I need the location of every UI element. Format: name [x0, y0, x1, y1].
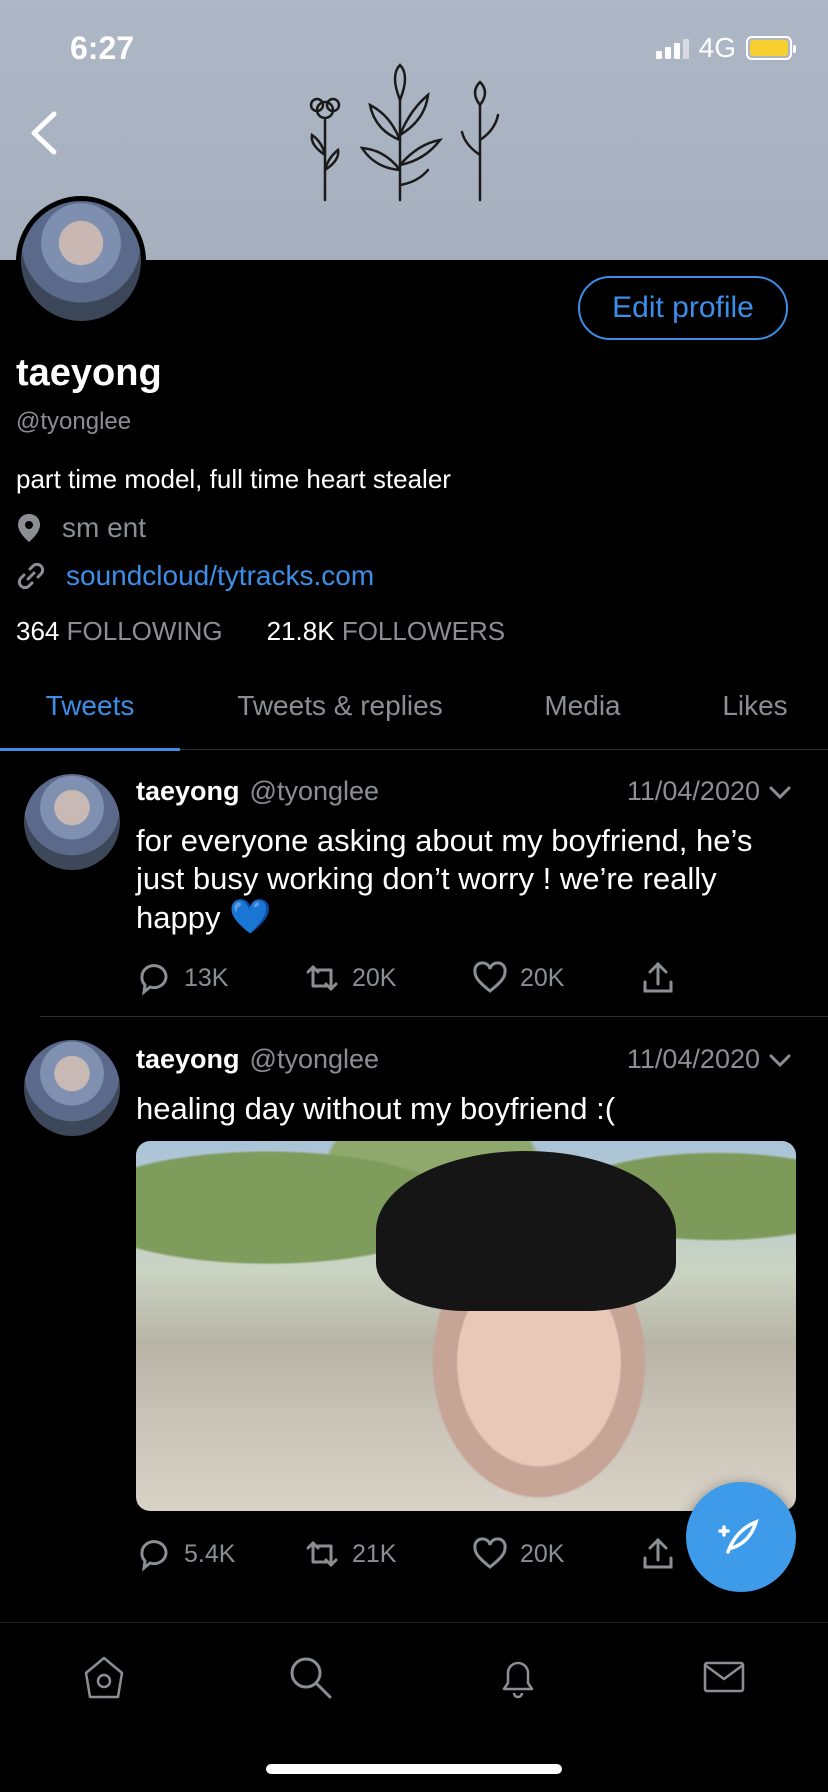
retweet-icon — [306, 965, 338, 991]
reply-icon — [140, 1540, 168, 1572]
tweet-date: 11/04/2020 — [626, 776, 760, 806]
like-icon — [473, 1537, 507, 1569]
tab-media[interactable]: Media — [520, 680, 645, 750]
notifications-icon[interactable] — [494, 1653, 542, 1701]
tab-tweets[interactable]: Tweets — [0, 680, 180, 751]
tab-tweets-replies[interactable]: Tweets & replies — [210, 680, 470, 750]
like-button[interactable]: 20K — [472, 960, 640, 996]
tweet-photo[interactable] — [136, 1141, 796, 1511]
like-button[interactable]: 20K — [472, 1536, 640, 1572]
status-indicators: 4G — [655, 32, 796, 64]
following-stat[interactable]: 364 FOLLOWING — [16, 616, 223, 647]
like-count: 20K — [520, 963, 565, 992]
home-indicator — [266, 1764, 562, 1774]
tweet-author-name: taeyong — [136, 1044, 240, 1074]
tweet-date: 11/04/2020 — [626, 1044, 760, 1074]
reply-count: 13K — [184, 963, 229, 992]
compose-icon — [718, 1519, 759, 1554]
profile-website[interactable]: soundcloud/tytracks.com — [16, 560, 374, 592]
tweet-author-handle: @tyonglee — [249, 1044, 380, 1074]
back-icon[interactable] — [24, 108, 64, 158]
followers-label: FOLLOWERS — [341, 616, 506, 646]
reply-button[interactable]: 5.4K — [136, 1536, 304, 1572]
profile-name: taeyong — [16, 352, 162, 394]
tweet-avatar[interactable] — [24, 774, 120, 870]
reply-icon — [140, 964, 168, 996]
profile-tabs: Tweets Tweets & replies Media Likes — [0, 680, 828, 751]
tab-likes[interactable]: Likes — [700, 680, 810, 750]
website-link[interactable]: soundcloud/tytracks.com — [66, 560, 374, 592]
location-text: sm ent — [62, 512, 147, 543]
tweet-author-handle: @tyonglee — [249, 776, 380, 806]
flowers-doodle-icon — [309, 63, 500, 202]
retweet-count: 20K — [352, 963, 397, 992]
like-icon — [473, 961, 507, 993]
tweet-avatar[interactable] — [24, 1040, 120, 1136]
tweet-divider — [40, 1016, 828, 1017]
followers-count: 21.8K — [266, 616, 335, 646]
profile-avatar[interactable] — [16, 196, 146, 326]
reply-button[interactable]: 13K — [136, 960, 304, 996]
network-type: 4G — [698, 32, 736, 63]
retweet-count: 21K — [352, 1539, 397, 1568]
reply-count: 5.4K — [184, 1539, 236, 1568]
like-count: 20K — [520, 1539, 565, 1568]
link-icon — [17, 562, 45, 590]
battery-icon — [746, 36, 796, 60]
signal-icon — [655, 37, 689, 59]
retweet-icon — [306, 1541, 338, 1567]
share-icon — [643, 1537, 673, 1569]
tweet-text: for everyone asking about my boyfriend, … — [136, 822, 788, 937]
messages-icon[interactable] — [700, 1653, 748, 1701]
followers-stat[interactable]: 21.8K FOLLOWERS — [267, 616, 505, 647]
tweet-header: taeyong @tyonglee 11/04/2020 — [136, 776, 792, 807]
following-count: 364 — [16, 616, 60, 646]
home-icon[interactable] — [80, 1653, 128, 1701]
share-button[interactable] — [640, 960, 808, 996]
tweet-header: taeyong @tyonglee 11/04/2020 — [136, 1044, 792, 1075]
profile-bio: part time model, full time heart stealer — [16, 464, 451, 494]
tweet-author-name: taeyong — [136, 776, 240, 806]
status-time: 6:27 — [70, 30, 135, 66]
profile-handle: @tyonglee — [16, 408, 132, 435]
tweet-body: healing day without my boyfriend :( — [136, 1091, 616, 1126]
compose-tweet-button[interactable] — [686, 1482, 796, 1592]
search-icon[interactable] — [286, 1653, 334, 1701]
chevron-down-icon[interactable] — [768, 1048, 792, 1072]
following-label: FOLLOWING — [66, 616, 223, 646]
edit-profile-button[interactable]: Edit profile — [578, 276, 788, 340]
share-icon — [643, 961, 673, 993]
tweet-actions: 13K 20K 20K — [136, 960, 808, 996]
retweet-button[interactable]: 21K — [304, 1536, 472, 1572]
profile-location: sm ent — [16, 512, 146, 544]
blue-heart-emoji: 💙 — [229, 898, 272, 936]
chevron-down-icon[interactable] — [768, 780, 792, 804]
follow-stats: 364 FOLLOWING 21.8K FOLLOWERS — [16, 616, 505, 647]
location-pin-icon — [18, 514, 40, 542]
retweet-button[interactable]: 20K — [304, 960, 472, 996]
